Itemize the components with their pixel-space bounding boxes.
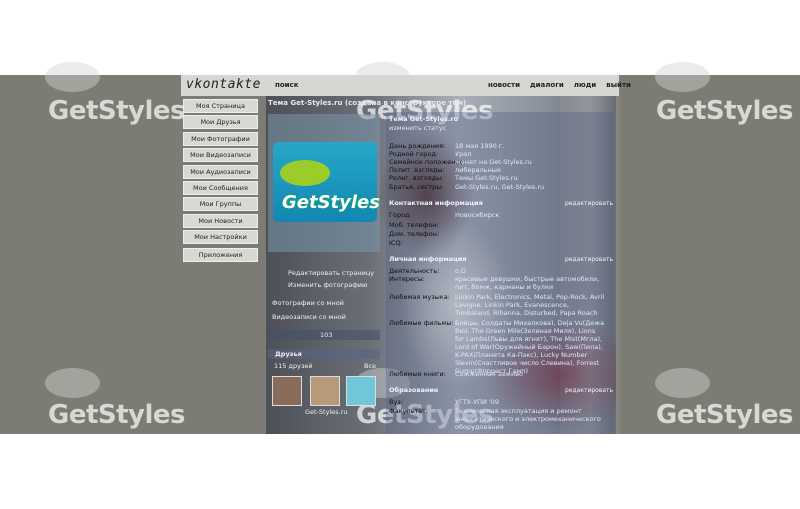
nav-my-friends[interactable]: Мои Друзья bbox=[183, 115, 258, 130]
rating-value: 103 bbox=[320, 331, 333, 339]
friends-label[interactable]: Друзья bbox=[275, 350, 302, 358]
search-link[interactable]: поиск bbox=[275, 81, 298, 89]
edit-contact-link[interactable]: редактировать bbox=[565, 200, 613, 207]
friend-avatar[interactable] bbox=[272, 376, 302, 406]
info-value[interactable]: энергетического и электромеханического bbox=[455, 415, 601, 423]
info-label: Факультет: bbox=[389, 407, 429, 415]
page-title: Тема Get-Styles.ru (создана в конструкто… bbox=[268, 99, 467, 107]
info-label: Деятельность: bbox=[389, 267, 440, 275]
info-label: Братья, сестры: bbox=[389, 183, 444, 191]
watermark-chameleon-icon bbox=[45, 62, 100, 92]
top-links: новости диалоги люди выйти bbox=[488, 81, 631, 89]
friend-avatar[interactable] bbox=[346, 376, 376, 406]
info-value: o.O bbox=[455, 267, 467, 275]
nav-my-videos[interactable]: Мои Видеозаписи bbox=[183, 148, 258, 163]
edit-personal-link[interactable]: редактировать bbox=[565, 256, 613, 263]
info-value: Сожженная заживо bbox=[455, 370, 524, 378]
info-label: Вуз: bbox=[389, 398, 403, 406]
watermark-chameleon-icon bbox=[655, 62, 710, 92]
friends-count[interactable]: 115 друзей bbox=[274, 362, 313, 370]
watermark-chameleon-icon bbox=[45, 368, 100, 398]
watermark: GetStyles bbox=[656, 96, 794, 126]
site-logo[interactable]: vkontakte bbox=[186, 77, 261, 92]
people-link[interactable]: люди bbox=[574, 81, 597, 89]
logout-link[interactable]: выйти bbox=[606, 81, 631, 89]
info-value: либеральные bbox=[455, 166, 501, 174]
info-label: Полит. взгляды: bbox=[389, 166, 445, 174]
nav-my-audio[interactable]: Мои Аудиозаписи bbox=[183, 164, 258, 179]
nav-my-page[interactable]: Моя Страница bbox=[183, 99, 258, 113]
nav-my-settings[interactable]: Мои Настройки bbox=[183, 230, 258, 245]
info-value: красивые девушки, быстрые автомобили, пи… bbox=[455, 275, 600, 291]
friend-caption[interactable]: Get-Styles.ru bbox=[305, 408, 348, 416]
info-label: Любимые фильмы: bbox=[389, 319, 454, 327]
info-label: Религ. взгляды: bbox=[389, 174, 444, 182]
info-label: Интересы: bbox=[389, 275, 425, 283]
info-value[interactable]: УГТУ-УПИ '09 bbox=[455, 398, 499, 406]
info-value: Темы Get-Styles.ru bbox=[455, 174, 518, 182]
nav-my-photos[interactable]: Мои Фотографии bbox=[183, 131, 258, 146]
info-value: Бойцы, Солдаты Михалкова), Deja Vu(Дежа … bbox=[455, 319, 605, 375]
info-value: Урал bbox=[455, 150, 472, 158]
dialogs-link[interactable]: диалоги bbox=[530, 81, 564, 89]
info-value[interactable]: Техническая эксплуатация и ремонт bbox=[455, 407, 582, 415]
news-link[interactable]: новости bbox=[488, 81, 520, 89]
info-value: Linkin Park, Electronics, Metal, Pop-Roc… bbox=[455, 293, 605, 317]
watermark: GetStyles bbox=[656, 400, 794, 430]
contact-heading: Контактная информация bbox=[389, 199, 483, 207]
info-label: Любимая музыка: bbox=[389, 293, 450, 301]
videos-with-me-link[interactable]: Видеозаписи со мной bbox=[272, 313, 346, 321]
profile-name: Тема Get-Styles.ru bbox=[389, 115, 459, 123]
info-value[interactable]: оборудования bbox=[455, 423, 504, 431]
info-label: Любимые книги: bbox=[389, 370, 446, 378]
nav-my-groups[interactable]: Мои Группы bbox=[183, 197, 258, 212]
personal-heading: Личная информация bbox=[389, 255, 467, 263]
nav-applications[interactable]: Приложения bbox=[183, 248, 258, 263]
nav-my-messages[interactable]: Мои Сообщения bbox=[183, 180, 258, 195]
watermark-chameleon-icon bbox=[655, 368, 710, 398]
info-label: Дом. телефон: bbox=[389, 230, 440, 238]
watermark: GetStyles bbox=[48, 400, 186, 430]
edit-education-link[interactable]: редактировать bbox=[565, 387, 613, 394]
friends-all-link[interactable]: Все bbox=[364, 362, 376, 370]
avatar-logo-text: GetStyles bbox=[282, 192, 380, 213]
info-label: Моб. телефон: bbox=[389, 221, 439, 229]
info-value[interactable]: Get-Styles.ru, Get-Styles.ru bbox=[455, 183, 544, 191]
nav-my-news[interactable]: Мои Новости bbox=[183, 213, 258, 228]
left-nav: Моя Страница Мои Друзья Мои Фотографии М… bbox=[183, 99, 258, 265]
status-link[interactable]: изменить статус bbox=[389, 124, 446, 132]
info-label: Родной город: bbox=[389, 150, 439, 158]
change-photo-link[interactable]: Изменить фотографию bbox=[288, 281, 367, 289]
info-value: Новосибирск bbox=[455, 211, 500, 219]
info-value: 18 мая 1990 г. bbox=[455, 142, 505, 150]
chameleon-icon bbox=[280, 160, 330, 186]
watermark: GetStyles bbox=[48, 96, 186, 126]
edit-page-link[interactable]: Редактировать страницу bbox=[288, 269, 374, 277]
info-value[interactable]: женат на Get-Styles.ru bbox=[455, 158, 532, 166]
education-heading: Образование bbox=[389, 386, 439, 394]
info-label: Город: bbox=[389, 211, 412, 219]
friend-avatar[interactable] bbox=[310, 376, 340, 406]
photos-with-me-link[interactable]: Фотографии со мной bbox=[272, 299, 344, 307]
info-label: День рождения: bbox=[389, 142, 446, 150]
info-label: ICQ: bbox=[389, 239, 403, 247]
